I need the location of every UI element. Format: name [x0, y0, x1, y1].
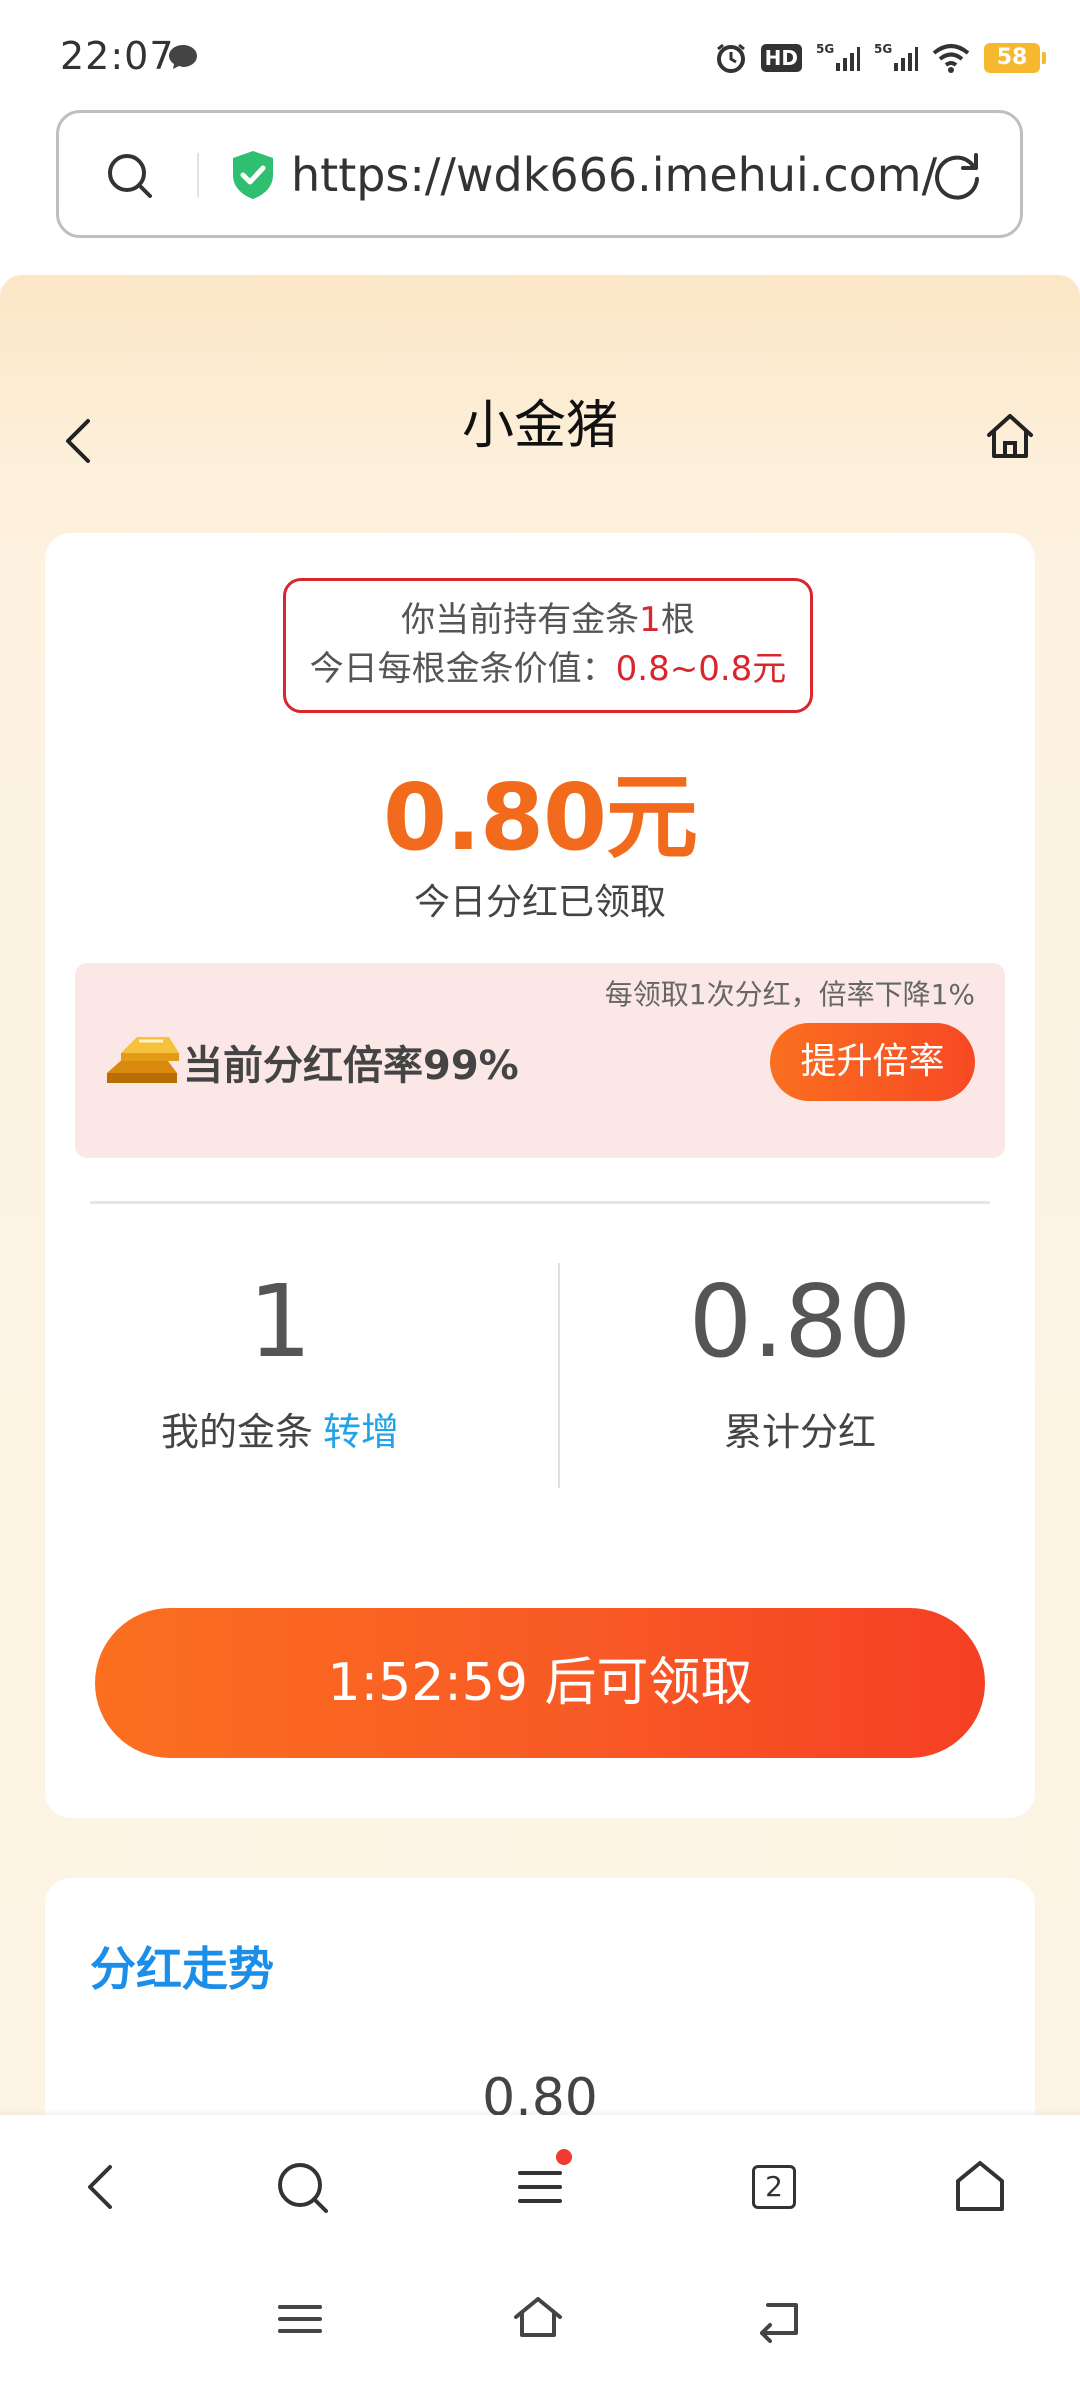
- my-gold-label: 我的金条: [160, 1410, 313, 1454]
- svg-text:5G: 5G: [874, 42, 892, 56]
- trend-value: 0.80: [482, 2068, 598, 2115]
- signal-5g-icon-2: 5G: [874, 42, 918, 71]
- status-bar: 22:07 HD 5G 5G 58: [0, 0, 1080, 110]
- my-gold-count: 1: [248, 1263, 312, 1380]
- gold-bar-icon: [107, 1037, 179, 1083]
- my-gold-label-row: 我的金条 转增: [45, 1401, 515, 1456]
- browser-address-area: https://wdk666.imehui.com/: [0, 110, 1080, 275]
- divider: [90, 1201, 990, 1204]
- tab-count: 2: [752, 2165, 796, 2209]
- browser-back-icon[interactable]: [70, 2155, 134, 2219]
- rate-note: 每领取1次分红，倍率下降1%: [604, 978, 975, 1011]
- notification-dot: [556, 2149, 572, 2165]
- browser-search-icon[interactable]: [270, 2155, 334, 2219]
- stat-divider: [558, 1263, 560, 1488]
- url-text[interactable]: https://wdk666.imehui.com/: [291, 145, 951, 205]
- browser-menu-button[interactable]: [508, 2149, 572, 2219]
- recent-apps-icon[interactable]: [272, 2291, 328, 2347]
- dividend-card: 你当前持有金条1根 今日每根金条价值：0.8~0.8元 0.80元 今日分红已领…: [45, 533, 1035, 1818]
- dividend-trend-card: 分红走势 0.80: [45, 1878, 1035, 2115]
- holding-suffix: 根: [660, 600, 695, 640]
- battery-icon: 58: [984, 43, 1046, 73]
- value-line: 今日每根金条价值：0.8~0.8元: [286, 643, 810, 695]
- holding-info-box: 你当前持有金条1根 今日每根金条价值：0.8~0.8元: [283, 578, 813, 713]
- page-content: 小金猪 你当前持有金条1根 今日每根金条价值：0.8~0.8元 0.80元 今日…: [0, 275, 1080, 2115]
- system-navigation-bar: [0, 2255, 1080, 2388]
- browser-tabs-button[interactable]: 2: [742, 2155, 806, 2219]
- holding-line: 你当前持有金条1根: [286, 597, 810, 643]
- alarm-icon: [716, 43, 745, 73]
- wifi-icon: [932, 44, 970, 73]
- browser-toolbar: 2: [0, 2115, 1080, 2255]
- value-prefix: 今日每根金条价值：: [309, 649, 616, 689]
- secure-shield-icon: [233, 151, 273, 199]
- trend-title: 分红走势: [90, 1942, 274, 1996]
- rate-panel: 每领取1次分红，倍率下降1% 当前分红倍率99% 提升倍率: [75, 963, 1005, 1158]
- claim-countdown-button[interactable]: 1:52:59 后可领取: [95, 1608, 985, 1758]
- signal-5g-icon: 5G: [816, 42, 860, 71]
- total-dividend-value: 0.80: [688, 1263, 912, 1380]
- today-amount: 0.80元: [383, 764, 698, 871]
- status-icons: HD 5G 5G 58: [715, 36, 1046, 80]
- transfer-link[interactable]: 转增: [323, 1410, 399, 1454]
- browser-home-icon[interactable]: [948, 2155, 1012, 2219]
- message-notification-icon: [169, 45, 197, 69]
- total-dividend-label: 累计分红: [723, 1410, 876, 1454]
- status-time: 22:07: [60, 34, 175, 78]
- rate-text: 当前分红倍率99%: [183, 1043, 519, 1089]
- holding-count: 1: [639, 600, 661, 640]
- boost-rate-button[interactable]: 提升倍率: [770, 1023, 975, 1101]
- value-range: 0.8~0.8元: [615, 649, 787, 689]
- url-divider: [197, 153, 199, 197]
- system-back-icon[interactable]: [752, 2291, 808, 2347]
- svg-text:5G: 5G: [816, 42, 834, 56]
- refresh-icon[interactable]: [930, 149, 984, 203]
- system-home-icon[interactable]: [510, 2291, 566, 2347]
- hd-voice-icon: HD: [760, 44, 802, 72]
- page-title: 小金猪: [461, 396, 618, 456]
- url-bar[interactable]: https://wdk666.imehui.com/: [56, 110, 1023, 238]
- home-icon[interactable]: [984, 411, 1036, 461]
- holding-prefix: 你当前持有金条: [401, 600, 640, 640]
- claimed-status: 今日分红已领取: [413, 882, 666, 923]
- search-icon[interactable]: [105, 151, 155, 201]
